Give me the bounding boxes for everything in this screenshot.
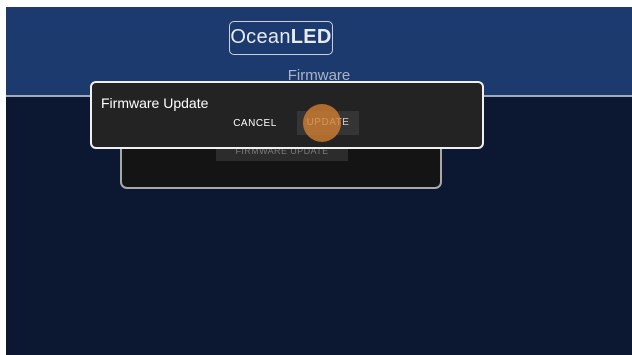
touch-indicator [303, 104, 341, 142]
logo-text-bold: LED [290, 26, 332, 48]
dialog-title: Firmware Update [101, 95, 209, 111]
firmware-update-dialog: Firmware Update CANCEL UPDATE [90, 81, 484, 149]
app-screen: OceanLED Firmware FIRMWARE UPDATE Firmwa… [6, 7, 632, 355]
cancel-button[interactable]: CANCEL [230, 114, 280, 134]
oceanled-logo: OceanLED [229, 21, 333, 55]
logo-text: Ocean [230, 26, 291, 48]
